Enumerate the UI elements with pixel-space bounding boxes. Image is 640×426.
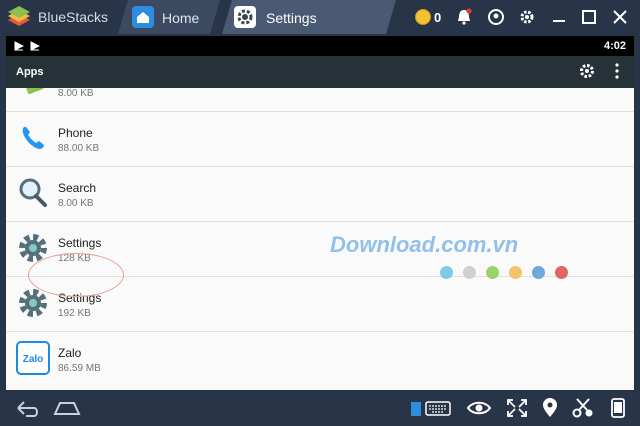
- apps-actionbar: Apps: [6, 56, 634, 88]
- app-list[interactable]: 8.00 KB Phone 88.00 KB Search 8.00 KB Se…: [6, 88, 634, 390]
- watermark-text: Download.com.vn: [330, 232, 519, 257]
- bell-icon[interactable]: [455, 8, 473, 26]
- home-icon: [132, 6, 154, 28]
- location-icon[interactable]: [540, 398, 560, 418]
- watermark-dot: [486, 266, 499, 279]
- close-icon[interactable]: [611, 8, 629, 26]
- watermark-dot: [440, 266, 453, 279]
- search-icon: [19, 178, 47, 207]
- watermark-dot: [463, 266, 476, 279]
- bluestacks-logo: [8, 6, 30, 26]
- status-time: 4:02: [603, 40, 626, 52]
- phone-icon: [22, 127, 44, 149]
- app-size: 192 KB: [58, 308, 91, 319]
- list-item[interactable]: Zalo Zalo 86.59 MB: [6, 332, 634, 387]
- back-icon[interactable]: [12, 398, 40, 418]
- gear-icon: [234, 6, 256, 28]
- app-size: 88.00 KB: [58, 143, 100, 154]
- page-title: Apps: [16, 66, 44, 78]
- phone-device-icon[interactable]: [610, 398, 626, 418]
- watermark-dot: [555, 266, 568, 279]
- app-icon: [24, 88, 44, 95]
- gear-icon[interactable]: [518, 8, 536, 26]
- scissors-icon[interactable]: [572, 398, 594, 418]
- app-size: 8.00 KB: [58, 198, 94, 209]
- keyboard-icon[interactable]: [410, 398, 452, 418]
- account-icon[interactable]: [487, 8, 505, 26]
- app-name: Settings: [58, 236, 102, 250]
- app-size: 8.00 KB: [58, 88, 94, 99]
- download-icon: [14, 41, 24, 51]
- fullscreen-icon[interactable]: [506, 398, 528, 418]
- highlight-circle: [28, 253, 124, 297]
- maximize-icon[interactable]: [580, 8, 598, 26]
- app-name: Phone: [58, 126, 93, 140]
- eye-icon[interactable]: [466, 398, 492, 418]
- minimize-icon[interactable]: [550, 8, 568, 26]
- home-icon[interactable]: [52, 398, 82, 418]
- list-item[interactable]: Phone 88.00 KB: [6, 112, 634, 167]
- app-name: Search: [58, 181, 97, 195]
- tab-settings-label: Settings: [266, 10, 317, 26]
- download-icon: [30, 41, 40, 51]
- gear-icon[interactable]: [578, 62, 596, 80]
- window-titlebar: BlueStacks Home Settings 0: [0, 0, 640, 34]
- app-name: BlueStacks: [38, 9, 109, 25]
- tab-home-label: Home: [162, 10, 200, 26]
- tab-settings[interactable]: Settings: [222, 0, 396, 34]
- coin-count: 0: [434, 10, 442, 25]
- overflow-menu-icon[interactable]: [614, 62, 620, 80]
- android-statusbar: 4:02: [6, 36, 634, 56]
- app-size: 86.59 MB: [58, 363, 101, 374]
- watermark-dot: [509, 266, 522, 279]
- coin-icon[interactable]: [415, 9, 431, 25]
- app-name: Zalo: [58, 346, 82, 360]
- list-item[interactable]: Search 8.00 KB: [6, 167, 634, 222]
- bottom-navbar: [0, 390, 640, 426]
- zalo-icon-label: Zalo: [23, 354, 44, 365]
- tab-home[interactable]: Home: [118, 0, 220, 34]
- watermark-dot: [532, 266, 545, 279]
- zalo-icon: Zalo: [16, 341, 50, 375]
- list-item[interactable]: 8.00 KB: [6, 88, 634, 112]
